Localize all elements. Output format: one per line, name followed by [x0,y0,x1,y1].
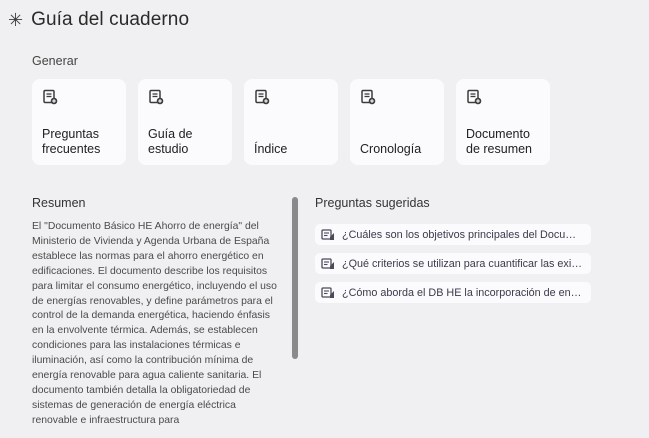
index-card-button[interactable]: Índice [244,79,338,165]
suggested-question-text: ¿Cuáles son los objetivos principales de… [342,228,585,241]
suggested-questions-heading: Preguntas sugeridas [315,196,430,210]
note-add-icon [361,89,376,105]
suggested-question-chip[interactable]: ¿Qué criterios se utilizan para cuantifi… [315,253,591,274]
card-label: Índice [254,142,288,156]
study-guide-card-button[interactable]: Guía de estudio [138,79,232,165]
suggested-question-chip[interactable]: ¿Cuáles son los objetivos principales de… [315,224,591,245]
note-add-icon [255,89,270,105]
card-label: Guía de estudio [148,127,193,156]
suggested-questions-list: ¿Cuáles son los objetivos principales de… [315,224,591,303]
asterisk-spark-icon: ✳ [8,10,24,30]
question-note-icon [321,286,334,298]
summary-text: El "Documento Básico HE Ahorro de energí… [32,221,277,426]
note-add-icon [149,89,164,105]
notebook-guide-header: ✳ Guía del cuaderno [8,6,189,34]
card-label: Preguntas frecuentes [42,127,101,156]
question-note-icon [321,257,334,269]
suggested-question-chip[interactable]: ¿Cómo aborda el DB HE la incorporación d… [315,282,591,303]
summary-scrollbar[interactable] [292,197,298,359]
timeline-card-button[interactable]: Cronología [350,79,444,165]
faq-card-button[interactable]: Preguntas frecuentes [32,79,126,165]
summary-heading: Resumen [32,196,86,210]
suggested-question-text: ¿Qué criterios se utilizan para cuantifi… [342,257,585,270]
suggested-question-text: ¿Cómo aborda el DB HE la incorporación d… [342,286,585,299]
generate-cards: Preguntas frecuentes Guía de estudio Índ… [32,79,550,165]
summary-doc-card-button[interactable]: Documento de resumen [456,79,550,165]
page-title: Guía del cuaderno [31,9,190,30]
question-note-icon [321,228,334,240]
card-label: Documento de resumen [466,127,533,156]
note-add-icon [467,89,482,105]
note-add-icon [43,89,58,105]
card-label: Cronología [360,142,422,156]
generate-section-label: Generar [32,54,78,68]
